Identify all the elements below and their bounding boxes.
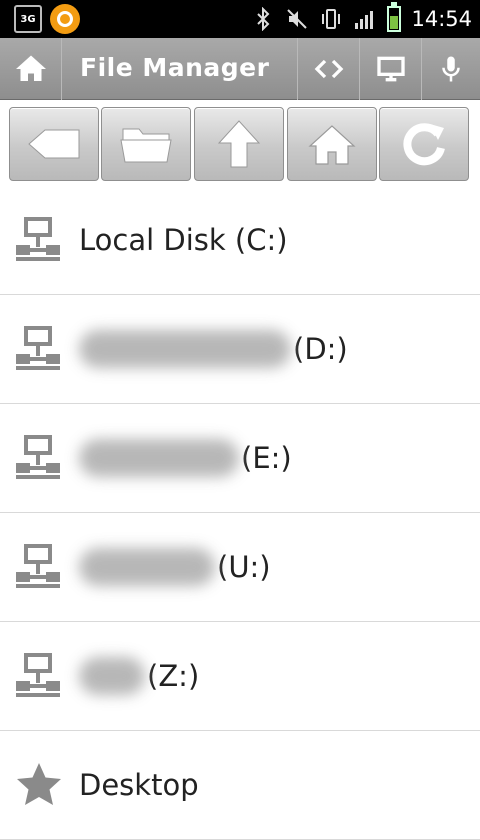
up-button[interactable] [194,107,284,181]
list-item-u-drive[interactable]: (U:) [0,513,480,622]
network-drive-icon [16,326,60,370]
folder-button[interactable] [101,107,191,181]
home-button[interactable] [287,107,377,181]
list-item-desktop[interactable]: Desktop [0,731,480,840]
status-bar: 3G 14:54 [0,0,480,38]
list-item-label: Desktop [79,768,199,802]
microphone-button[interactable] [421,38,480,100]
folder-icon [120,128,172,163]
vibrate-icon [322,9,341,29]
list-item-label: Local Disk (C:) [79,223,288,257]
back-button[interactable] [9,107,99,181]
list-item-label: (U:) [217,550,271,584]
clock: 14:54 [411,7,472,31]
network-drive-icon [16,653,60,697]
mute-icon [287,9,308,29]
code-icon [314,59,343,79]
refresh-button[interactable] [379,107,469,181]
back-icon [28,129,80,159]
list-item-label: (Z:) [147,659,200,693]
list-item-label: (D:) [293,332,348,366]
network-3g-badge: 3G [14,5,42,33]
status-right: 14:54 [251,2,472,34]
list-item-d-drive[interactable]: (D:) [0,295,480,404]
redacted-name [79,330,291,368]
title-bar: File Manager [0,38,480,100]
monitor-icon [376,56,405,82]
network-drive-icon [16,217,60,261]
notification-app-icon [50,4,80,34]
redacted-name [79,439,239,477]
redacted-name [79,657,145,695]
network-drive-icon [16,435,60,479]
bluetooth-icon [257,7,270,31]
redacted-name [79,548,215,586]
code-button[interactable] [297,38,359,100]
app-home-button[interactable] [0,38,62,100]
list-item-e-drive[interactable]: (E:) [0,404,480,513]
drive-list: Local Disk (C:) (D:) (E:) (U:) (Z:) Desk… [0,186,480,840]
list-item-z-drive[interactable]: (Z:) [0,622,480,731]
toolbar [0,100,480,186]
star-icon [17,763,61,805]
status-left: 3G [14,4,80,34]
up-arrow-icon [217,120,261,168]
list-item-c-drive[interactable]: Local Disk (C:) [0,186,480,295]
battery-icon [387,2,402,32]
home-icon [15,55,46,81]
page-title: File Manager [80,53,270,82]
microphone-icon [442,56,460,82]
signal-icon [355,11,374,29]
refresh-icon [403,123,445,166]
list-item-label: (E:) [241,441,292,475]
home-icon [308,125,356,165]
network-drive-icon [16,544,60,588]
monitor-button[interactable] [359,38,421,100]
